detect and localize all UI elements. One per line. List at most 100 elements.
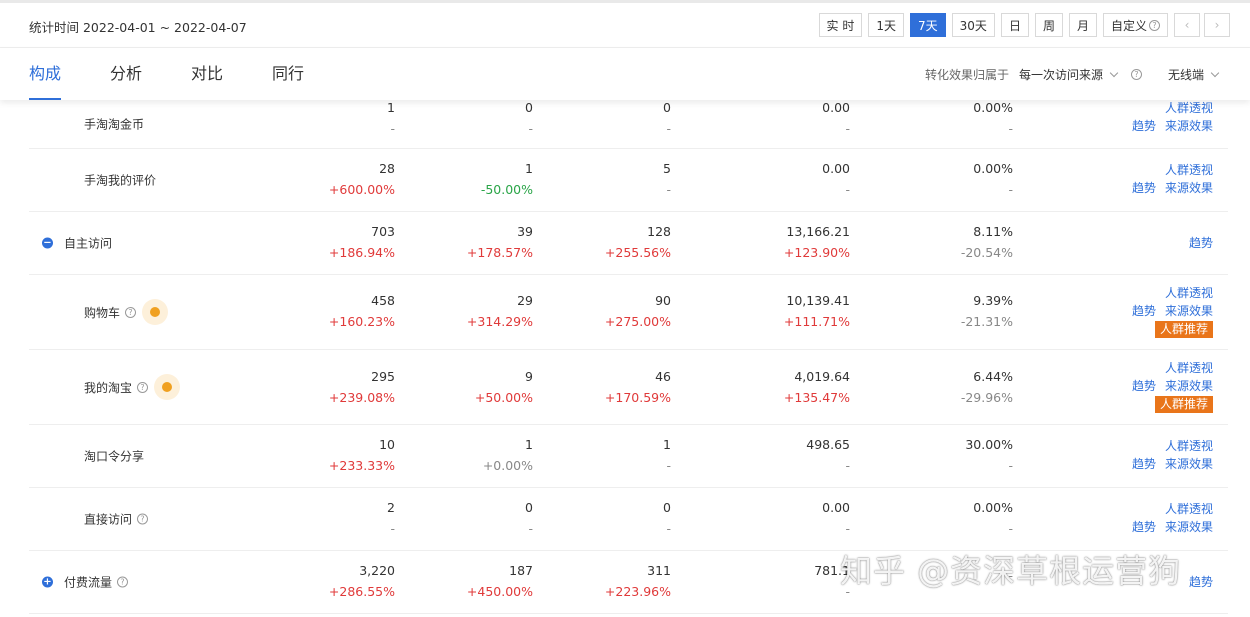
next-period-button[interactable]: › (1204, 13, 1230, 37)
cell-change: - (666, 121, 671, 136)
cell-metric-3: 5- (663, 161, 671, 198)
period-realtime-button[interactable]: 实 时 (818, 13, 863, 37)
crowd-insight-link[interactable]: 人群透视 (1165, 439, 1213, 453)
period-month-button[interactable]: 月 (1068, 13, 1097, 37)
crowd-recommend-badge[interactable]: 人群推荐 (1154, 396, 1213, 413)
attribution-settings: 转化效果归属于 每一次访问来源 ? 无线端 (925, 66, 1220, 83)
cell-change: - (845, 521, 850, 536)
cell-metric-2: 29 +314.29% (467, 293, 533, 330)
row-name: 淘口令分享 (84, 448, 144, 465)
cell-change: - (1008, 521, 1013, 536)
period-30day-button[interactable]: 30天 (951, 13, 995, 37)
trend-link[interactable]: 趋势 (1132, 119, 1156, 133)
row-actions: 人群透视 趋势 来源效果 (1132, 500, 1213, 536)
cell-change: - (666, 521, 671, 536)
trend-link[interactable]: 趋势 (1132, 457, 1156, 471)
period-custom-label: 自定义 (1110, 18, 1147, 33)
cell-change: +135.47% (783, 390, 850, 405)
cell-change: +186.94% (328, 245, 395, 260)
row-actions: 人群透视 趋势 来源效果 (1132, 99, 1213, 135)
attribution-value: 每一次访问来源 (1018, 68, 1103, 82)
period-week-button[interactable]: 周 (1034, 13, 1063, 37)
cell-metric-3: 1- (663, 437, 671, 474)
cell-rate: 0.00% - (973, 500, 1013, 537)
tab-analysis[interactable]: 分析 (110, 48, 142, 100)
cell-change: - (845, 458, 850, 473)
chevron-down-icon (1210, 68, 1220, 78)
cell-value: 30.00% (965, 437, 1013, 452)
crowd-insight-link[interactable]: 人群透视 (1165, 286, 1213, 300)
cell-value: 6.44% (973, 369, 1013, 384)
cell-change: +275.00% (604, 314, 671, 329)
source-effect-link[interactable]: 来源效果 (1165, 379, 1213, 393)
cell-value: 28 (379, 161, 395, 176)
cell-value: 0.00 (822, 500, 850, 515)
cell-value: 2 (387, 500, 395, 515)
table-row: 直接访问? 2- 0- 0- 0.00- 0.00% - 人群透视 趋势 来源效果 (29, 488, 1228, 551)
crowd-insight-link[interactable]: 人群透视 (1165, 101, 1213, 115)
help-icon: ? (1149, 19, 1160, 31)
period-1day-button[interactable]: 1天 (868, 13, 905, 37)
row-name: 直接访问? (84, 511, 149, 528)
source-effect-link[interactable]: 来源效果 (1165, 457, 1213, 471)
table-row: 淘口令分享 10 +233.33% 1 +0.00% 1- 498.65- 30.0… (29, 425, 1228, 488)
cell-value: 458 (371, 293, 395, 308)
cell-value: 90 (655, 293, 671, 308)
tab-peers[interactable]: 同行 (272, 48, 304, 100)
trend-link[interactable]: 趋势 (1189, 575, 1213, 589)
tab-composition[interactable]: 构成 (29, 48, 62, 100)
device-value: 无线端 (1167, 68, 1204, 82)
help-icon[interactable]: ? (1130, 69, 1142, 80)
trend-link[interactable]: 趋势 (1189, 236, 1213, 250)
help-icon[interactable]: ? (137, 381, 149, 393)
row-name-label: 自主访问 (64, 236, 113, 251)
cell-value: 8.11% (973, 224, 1013, 239)
collapse-icon[interactable]: − (42, 237, 53, 249)
trend-link[interactable]: 趋势 (1132, 304, 1156, 318)
cell-value: 0.00 (822, 100, 850, 115)
cell-value: 1 (525, 161, 533, 176)
period-custom-button[interactable]: 自定义? (1102, 13, 1168, 37)
cell-value: 1 (663, 437, 671, 452)
source-effect-link[interactable]: 来源效果 (1165, 119, 1213, 133)
cell-change: - (845, 182, 850, 197)
source-effect-link[interactable]: 来源效果 (1165, 181, 1213, 195)
crowd-insight-link[interactable]: 人群透视 (1165, 163, 1213, 177)
help-icon[interactable]: ? (137, 513, 149, 525)
cell-change: +600.00% (328, 182, 395, 197)
prev-period-button[interactable]: ‹ (1174, 13, 1200, 37)
device-select[interactable]: 无线端 (1167, 66, 1220, 83)
cell-value: 187 (509, 563, 533, 578)
cell-change: -29.96% (960, 390, 1013, 405)
help-icon[interactable]: ? (117, 576, 129, 588)
crowd-insight-link[interactable]: 人群透视 (1165, 361, 1213, 375)
source-effect-link[interactable]: 来源效果 (1165, 520, 1213, 534)
period-day-button[interactable]: 日 (1000, 13, 1029, 37)
cell-change: - (390, 521, 395, 536)
trend-link[interactable]: 趋势 (1132, 379, 1156, 393)
cell-value: 0 (525, 100, 533, 115)
attribution-select[interactable]: 每一次访问来源 (1018, 66, 1119, 83)
trend-link[interactable]: 趋势 (1132, 181, 1156, 195)
row-name: − 自主访问 (42, 235, 112, 252)
source-effect-link[interactable]: 来源效果 (1165, 304, 1213, 318)
cell-value: 10 (379, 437, 395, 452)
expand-icon[interactable]: + (42, 576, 53, 588)
row-name-label: 淘口令分享 (84, 449, 145, 464)
cell-value: 0 (663, 500, 671, 515)
row-actions: 人群透视 趋势 来源效果 人群推荐 (1132, 359, 1213, 413)
row-name-label: 购物车 (84, 305, 121, 320)
row-name-label: 手淘我的评价 (84, 173, 157, 188)
crowd-recommend-badge[interactable]: 人群推荐 (1154, 321, 1213, 338)
crowd-insight-link[interactable]: 人群透视 (1165, 502, 1213, 516)
help-icon[interactable]: ? (125, 306, 137, 318)
period-7day-button[interactable]: 7天 (910, 13, 946, 37)
row-name-label: 手淘淘金币 (84, 117, 145, 132)
cell-metric-3: 0- (663, 500, 671, 537)
trend-link[interactable]: 趋势 (1132, 520, 1156, 534)
cell-visitors: 10 +233.33% (329, 437, 395, 474)
tab-compare[interactable]: 对比 (191, 48, 223, 100)
chevron-down-icon (1109, 68, 1119, 78)
cell-value: 0.00% (973, 500, 1013, 515)
cell-value: 4,019.64 (794, 369, 850, 384)
